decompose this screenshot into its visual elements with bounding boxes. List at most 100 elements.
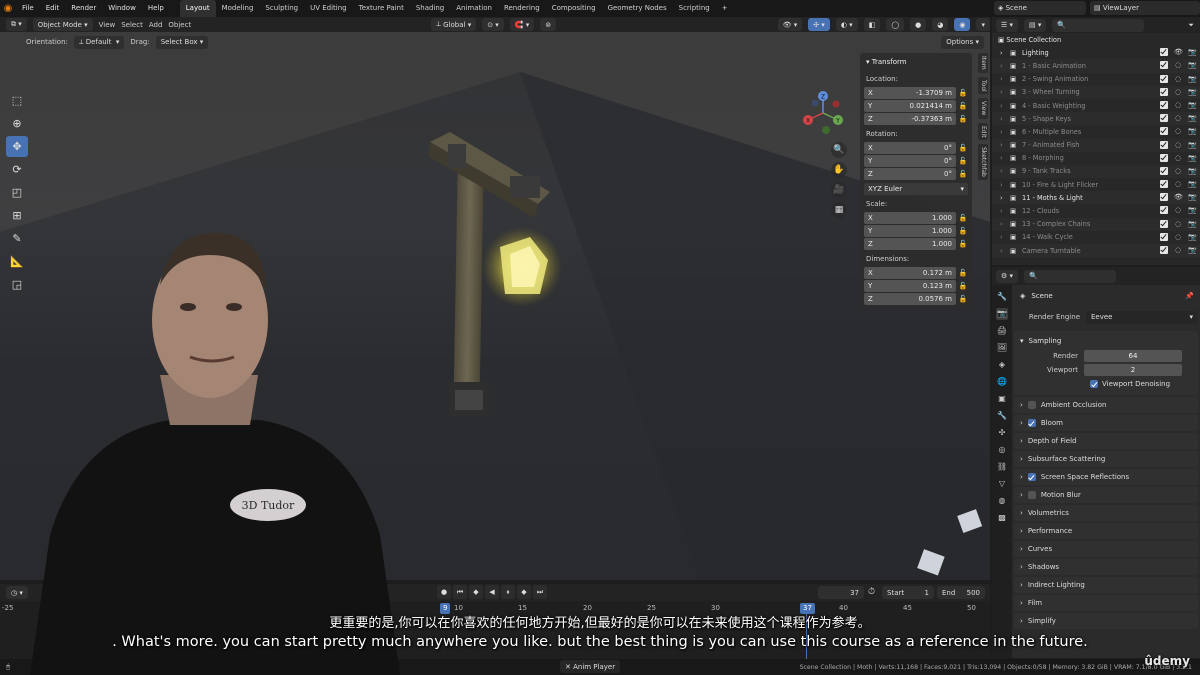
outliner-item[interactable]: › ▣ 9 - Tank Tracks ◌ 📷 <box>992 164 1200 179</box>
render-panel-header[interactable]: › Indirect Lighting <box>1014 577 1198 593</box>
jump-start-icon[interactable]: ⏮ <box>453 585 467 599</box>
workspace-tab-scripting[interactable]: Scripting <box>673 0 716 17</box>
expand-arrow-icon[interactable]: › <box>1000 247 1003 255</box>
end-frame-field[interactable]: End 500 <box>937 586 985 599</box>
view-layer-tab-icon[interactable]: 🖼 <box>996 342 1008 354</box>
exclude-checkbox[interactable] <box>1160 166 1168 175</box>
location-x-field[interactable]: X -1.3709 m <box>864 86 956 99</box>
transform-panel-title[interactable]: ▾ Transform <box>866 58 968 66</box>
visibility-eye-icon[interactable]: ◌ <box>1174 75 1182 83</box>
visibility-eye-icon[interactable]: ◌ <box>1174 167 1182 175</box>
viewport-denoising-checkbox[interactable] <box>1090 380 1098 388</box>
render-panel-header[interactable]: › Motion Blur <box>1014 487 1198 503</box>
panel-enable-checkbox[interactable] <box>1027 491 1036 499</box>
viewport-denoising-row[interactable]: Viewport Denoising <box>1014 377 1198 391</box>
lock-icon[interactable]: 🔓 <box>958 295 968 303</box>
lock-icon[interactable]: 🔓 <box>958 115 968 123</box>
lock-icon[interactable]: 🔓 <box>958 240 968 248</box>
exclude-checkbox[interactable] <box>1160 232 1168 241</box>
render-camera-icon[interactable]: 📷 <box>1188 206 1197 214</box>
panel-enable-checkbox[interactable] <box>1027 473 1036 482</box>
transform-orientation-dropdown[interactable]: ⟂ Global ▾ <box>431 18 477 31</box>
exclude-checkbox[interactable] <box>1160 206 1168 215</box>
outliner-item[interactable]: › ▣ 14 - Walk Cycle ◌ 📷 <box>992 231 1200 244</box>
exclude-checkbox[interactable] <box>1160 180 1168 189</box>
exclude-checkbox[interactable] <box>1160 246 1168 254</box>
data-tab-icon[interactable]: ▽ <box>996 478 1008 490</box>
outliner-item[interactable]: › ▣ 12 - Clouds ◌ 📷 <box>992 204 1200 217</box>
workspace-tab-texture-paint[interactable]: Texture Paint <box>353 0 410 17</box>
add-menu[interactable]: Add <box>149 21 163 29</box>
render-panel-header[interactable]: › Performance <box>1014 523 1198 539</box>
outliner-item[interactable]: › ▣ 4 - Basic Weighting ◌ 📷 <box>992 99 1200 112</box>
exclude-checkbox[interactable] <box>1160 114 1168 123</box>
properties-editor-type-icon[interactable]: ⚙ ▾ <box>996 269 1019 283</box>
menu-render[interactable]: Render <box>65 0 102 17</box>
render-camera-icon[interactable]: 📷 <box>1188 114 1197 122</box>
outliner-item[interactable]: › ▣ 11 - Moths & Light 👁 📷 <box>992 191 1200 205</box>
outliner-search-input[interactable]: 🔍 <box>1052 18 1145 32</box>
pivot-point-icon[interactable]: ⊙ ▾ <box>482 18 504 31</box>
play-reverse-icon[interactable]: ◀ <box>485 585 499 599</box>
cursor-tool-icon[interactable]: ⊕ <box>6 113 28 134</box>
location-z-field[interactable]: Z -0.37363 m <box>864 112 956 125</box>
visibility-eye-icon[interactable]: ◌ <box>1174 246 1182 254</box>
lock-icon[interactable]: 🔓 <box>958 157 968 165</box>
expand-arrow-icon[interactable]: › <box>1000 62 1003 70</box>
object-tab-icon[interactable]: ▣ <box>996 393 1008 405</box>
scene-collection-row[interactable]: ▣ Scene Collection <box>992 33 1200 46</box>
outliner-item[interactable]: › ▣ 7 - Animated Fish ◌ 📷 <box>992 138 1200 152</box>
outliner-item[interactable]: › ▣ Lighting 👁 📷 <box>992 46 1200 59</box>
rotate-tool-icon[interactable]: ⟳ <box>6 159 28 180</box>
render-camera-icon[interactable]: 📷 <box>1188 167 1197 175</box>
rotation-y-field[interactable]: Y 0° <box>864 154 956 167</box>
gizmo-toggle-icon[interactable]: ✣ ▾ <box>808 18 830 31</box>
filter-icon[interactable]: ⏷ <box>1188 21 1194 30</box>
physics-tab-icon[interactable]: ◎ <box>996 444 1008 456</box>
particles-tab-icon[interactable]: ✣ <box>996 427 1008 439</box>
panel-enable-checkbox[interactable] <box>1027 419 1036 428</box>
output-tab-icon[interactable]: 🖨 <box>996 325 1008 337</box>
pause-icon[interactable]: ⏸ <box>501 585 515 599</box>
proportional-edit-icon[interactable]: ⊚ <box>540 18 557 31</box>
location-y-field[interactable]: Y 0.021414 m <box>864 99 956 112</box>
render-camera-icon[interactable]: 📷 <box>1188 154 1197 162</box>
start-frame-field[interactable]: Start 1 <box>882 586 934 599</box>
outliner-item[interactable]: › ▣ 10 - Fire & Light Flicker ◌ 📷 <box>992 178 1200 191</box>
visibility-eye-icon[interactable]: ◌ <box>1174 114 1182 122</box>
scale-y-field[interactable]: Y 1.000 <box>864 224 956 237</box>
outliner-item[interactable]: › ▣ 13 - Complex Chains ◌ 📷 <box>992 217 1200 231</box>
render-samples-field[interactable]: 64 <box>1084 349 1182 362</box>
render-engine-dropdown[interactable]: Eevee ▾ <box>1086 310 1198 324</box>
outliner-item[interactable]: › ▣ 6 - Multiple Bones ◌ 📷 <box>992 125 1200 138</box>
tab-tool[interactable]: Tool <box>978 76 988 95</box>
expand-arrow-icon[interactable]: › <box>1000 181 1003 189</box>
record-icon[interactable]: ● <box>437 585 451 599</box>
workspace-tab-shading[interactable]: Shading <box>410 0 450 17</box>
world-tab-icon[interactable]: 🌐 <box>996 376 1008 388</box>
visibility-eye-icon[interactable]: ◌ <box>1174 88 1182 96</box>
zoom-icon[interactable]: 🔍 <box>831 142 847 158</box>
exclude-checkbox[interactable] <box>1160 153 1168 162</box>
lock-icon[interactable]: 🔓 <box>958 269 968 277</box>
panel-enable-checkbox[interactable] <box>1027 401 1036 410</box>
outliner-item[interactable]: › ▣ 8 - Morphing ◌ 📷 <box>992 152 1200 165</box>
material-tab-icon[interactable]: ◍ <box>996 495 1008 507</box>
render-tab-icon[interactable]: 📷 <box>996 308 1008 320</box>
object-menu[interactable]: Object <box>168 21 191 29</box>
render-camera-icon[interactable]: 📷 <box>1188 141 1197 149</box>
pan-hand-icon[interactable]: ✋ <box>831 162 847 178</box>
dimensions-y-field[interactable]: Y 0.123 m <box>864 279 956 292</box>
render-camera-icon[interactable]: 📷 <box>1188 75 1197 83</box>
exclude-checkbox[interactable] <box>1160 127 1168 136</box>
visibility-eye-icon[interactable]: ◌ <box>1174 206 1182 214</box>
xray-toggle-icon[interactable]: ◧ <box>863 18 881 31</box>
expand-arrow-icon[interactable]: › <box>1000 167 1003 175</box>
clock-icon[interactable]: ⏱ <box>868 587 875 597</box>
render-panel-header[interactable]: › Subsurface Scattering <box>1014 451 1198 467</box>
visibility-eye-icon[interactable]: ◌ <box>1174 154 1182 162</box>
select-box-tool-icon[interactable]: ⬚ <box>6 90 28 111</box>
workspace-tab-rendering[interactable]: Rendering <box>498 0 546 17</box>
render-panel-header[interactable]: › Curves <box>1014 541 1198 557</box>
options-dropdown[interactable]: Options ▾ <box>941 35 984 49</box>
